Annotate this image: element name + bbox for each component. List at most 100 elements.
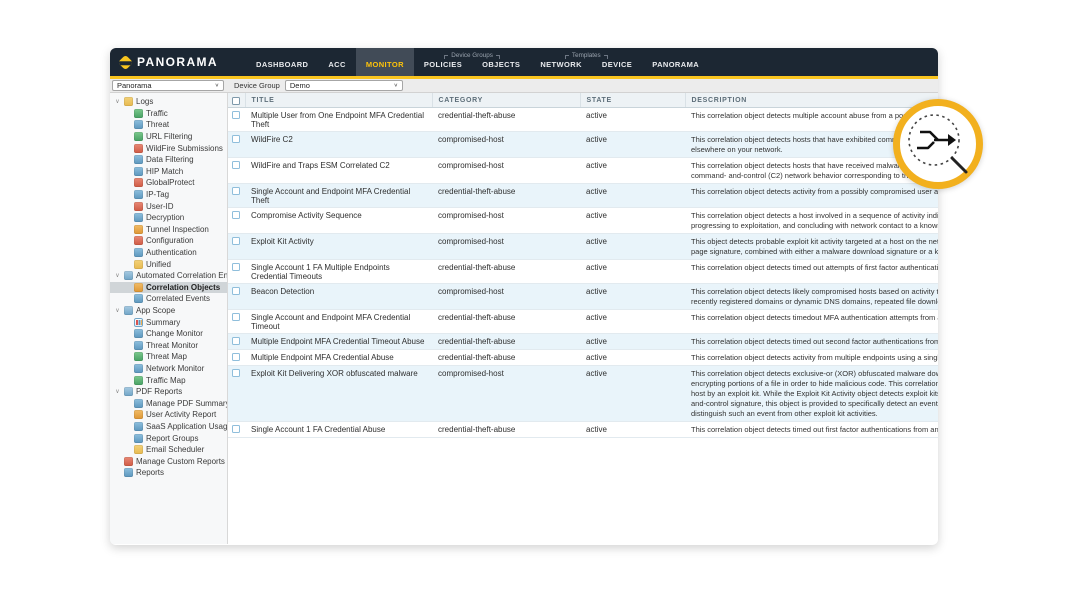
table-row[interactable]: Single Account 1 FA Credential Abuse cre…	[228, 422, 938, 438]
cell-description: This correlation object detects exclusiv…	[685, 366, 938, 422]
row-checkbox[interactable]	[232, 425, 240, 433]
table-row[interactable]: Multiple User from One Endpoint MFA Cred…	[228, 108, 938, 132]
threat-icon	[134, 120, 143, 129]
summary-icon	[134, 318, 143, 327]
table-row[interactable]: Exploit Kit Activity compromised-host ac…	[228, 234, 938, 260]
row-checkbox[interactable]	[232, 111, 240, 119]
sidebar-item-tunnel-inspection[interactable]: Tunnel Inspection	[110, 224, 227, 236]
sidebar-group-automated-correlation-engine[interactable]: ∨ Automated Correlation Engine	[110, 270, 227, 282]
logo-text: PANORAMA	[137, 55, 218, 69]
sidebar-item-change-monitor[interactable]: Change Monitor	[110, 328, 227, 340]
sidebar-item-threat-monitor[interactable]: Threat Monitor	[110, 339, 227, 351]
row-checkbox[interactable]	[232, 237, 240, 245]
tab-device[interactable]: DEVICE	[592, 59, 642, 76]
row-checkbox[interactable]	[232, 161, 240, 169]
sidebar-item-traffic[interactable]: Traffic	[110, 108, 227, 120]
cell-description: This correlation object detects timed ou…	[685, 334, 938, 350]
select-all-checkbox[interactable]	[232, 97, 240, 105]
row-checkbox[interactable]	[232, 135, 240, 143]
sidebar-item-email-scheduler[interactable]: Email Scheduler	[110, 444, 227, 456]
sidebar-item-manage-pdf-summary[interactable]: Manage PDF Summary	[110, 397, 227, 409]
sidebar-item-hip-match[interactable]: HIP Match	[110, 166, 227, 178]
table-row[interactable]: Single Account and Endpoint MFA Credenti…	[228, 184, 938, 208]
tab-monitor[interactable]: MONITOR	[356, 48, 414, 76]
sidebar-item-configuration[interactable]: Configuration	[110, 235, 227, 247]
table-row[interactable]: Compromise Activity Sequence compromised…	[228, 208, 938, 234]
correlated-events-icon	[134, 294, 143, 303]
sidebar-item-user-id[interactable]: User-ID	[110, 200, 227, 212]
row-checkbox[interactable]	[232, 211, 240, 219]
hip-match-icon	[134, 167, 143, 176]
tab-objects[interactable]: OBJECTS	[472, 59, 530, 76]
sidebar-group-pdf-reports[interactable]: ∨ PDF Reports	[110, 386, 227, 398]
context-select[interactable]: Panorama∨	[112, 80, 224, 91]
cell-category: compromised-host	[432, 234, 580, 260]
table-row[interactable]: Exploit Kit Delivering XOR obfuscated ma…	[228, 366, 938, 422]
row-checkbox[interactable]	[232, 313, 240, 321]
row-checkbox[interactable]	[232, 263, 240, 271]
sidebar-item-threat[interactable]: Threat	[110, 119, 227, 131]
sidebar-item-summary[interactable]: Summary	[110, 316, 227, 328]
device-group-select[interactable]: Demo∨	[285, 80, 403, 91]
sidebar-item-user-activity-report[interactable]: User Activity Report	[110, 409, 227, 421]
sidebar-item-correlation-objects[interactable]: Correlation Objects	[110, 282, 227, 294]
tab-policies[interactable]: POLICIES	[414, 59, 472, 76]
sidebar-item-globalprotect[interactable]: GlobalProtect	[110, 177, 227, 189]
table-row[interactable]: Single Account 1 FA Multiple Endpoints C…	[228, 260, 938, 284]
sidebar-item-unified[interactable]: Unified	[110, 258, 227, 270]
cell-category: credential-theft-abuse	[432, 108, 580, 132]
chevron-expanded-icon: ∨	[114, 307, 121, 314]
sidebar-group-app-scope[interactable]: ∨ App Scope	[110, 305, 227, 317]
sidebar-item-saas-application-usage[interactable]: SaaS Application Usage	[110, 421, 227, 433]
table-row[interactable]: WildFire and Traps ESM Correlated C2 com…	[228, 158, 938, 184]
sidebar-item-url-filtering[interactable]: URL Filtering	[110, 131, 227, 143]
table-row[interactable]: Single Account and Endpoint MFA Credenti…	[228, 310, 938, 334]
tab-dashboard[interactable]: DASHBOARD	[246, 48, 318, 76]
cell-state: active	[580, 350, 685, 366]
email-scheduler-icon	[134, 445, 143, 454]
row-checkbox[interactable]	[232, 353, 240, 361]
column-header-category[interactable]: CATEGORY	[432, 93, 580, 108]
sidebar-group-logs[interactable]: ∨ Logs	[110, 96, 227, 108]
cell-category: compromised-host	[432, 284, 580, 310]
tab-acc[interactable]: ACC	[318, 48, 355, 76]
sidebar-item-correlated-events[interactable]: Correlated Events	[110, 293, 227, 305]
templates-tab-group: Templates NETWORK DEVICE	[530, 48, 642, 76]
sidebar-item-data-filtering[interactable]: Data Filtering	[110, 154, 227, 166]
row-checkbox[interactable]	[232, 369, 240, 377]
column-header-title[interactable]: TITLE	[245, 93, 432, 108]
row-checkbox[interactable]	[232, 187, 240, 195]
cell-category: compromised-host	[432, 132, 580, 158]
table-row[interactable]: WildFire C2 compromised-host active This…	[228, 132, 938, 158]
correlation-engine-folder-icon	[124, 271, 133, 280]
cell-description: This correlation object detects timedout…	[685, 310, 938, 334]
network-monitor-icon	[134, 364, 143, 373]
cell-state: active	[580, 310, 685, 334]
cell-description: This correlation object detects a host i…	[685, 208, 938, 234]
paloalto-logo-icon	[118, 54, 134, 70]
sidebar-item-manage-custom-reports[interactable]: Manage Custom Reports	[110, 455, 227, 467]
cell-state: active	[580, 260, 685, 284]
row-checkbox[interactable]	[232, 337, 240, 345]
sidebar-item-decryption[interactable]: Decryption	[110, 212, 227, 224]
logs-folder-icon	[124, 97, 133, 106]
sidebar-item-threat-map[interactable]: Threat Map	[110, 351, 227, 363]
tab-network[interactable]: NETWORK	[530, 59, 592, 76]
device-group-label: Device Group	[234, 81, 280, 90]
table-row[interactable]: Multiple Endpoint MFA Credential Abuse c…	[228, 350, 938, 366]
sidebar-item-ip-tag[interactable]: IP-Tag	[110, 189, 227, 201]
data-filtering-icon	[134, 155, 143, 164]
sidebar-item-traffic-map[interactable]: Traffic Map	[110, 374, 227, 386]
column-header-state[interactable]: STATE	[580, 93, 685, 108]
sidebar-item-wildfire-submissions[interactable]: WildFire Submissions	[110, 142, 227, 154]
sidebar-item-network-monitor[interactable]: Network Monitor	[110, 363, 227, 375]
table-row[interactable]: Beacon Detection compromised-host active…	[228, 284, 938, 310]
panorama-app-window: PANORAMA DASHBOARD ACC MONITOR Device Gr…	[110, 48, 938, 545]
correlation-arrow-magnifier-icon	[900, 106, 976, 182]
sidebar-item-report-groups[interactable]: Report Groups	[110, 432, 227, 444]
table-row[interactable]: Multiple Endpoint MFA Credential Timeout…	[228, 334, 938, 350]
tab-panorama[interactable]: PANORAMA	[642, 48, 709, 76]
sidebar-item-authentication[interactable]: Authentication	[110, 247, 227, 259]
sidebar-item-reports[interactable]: Reports	[110, 467, 227, 479]
row-checkbox[interactable]	[232, 287, 240, 295]
